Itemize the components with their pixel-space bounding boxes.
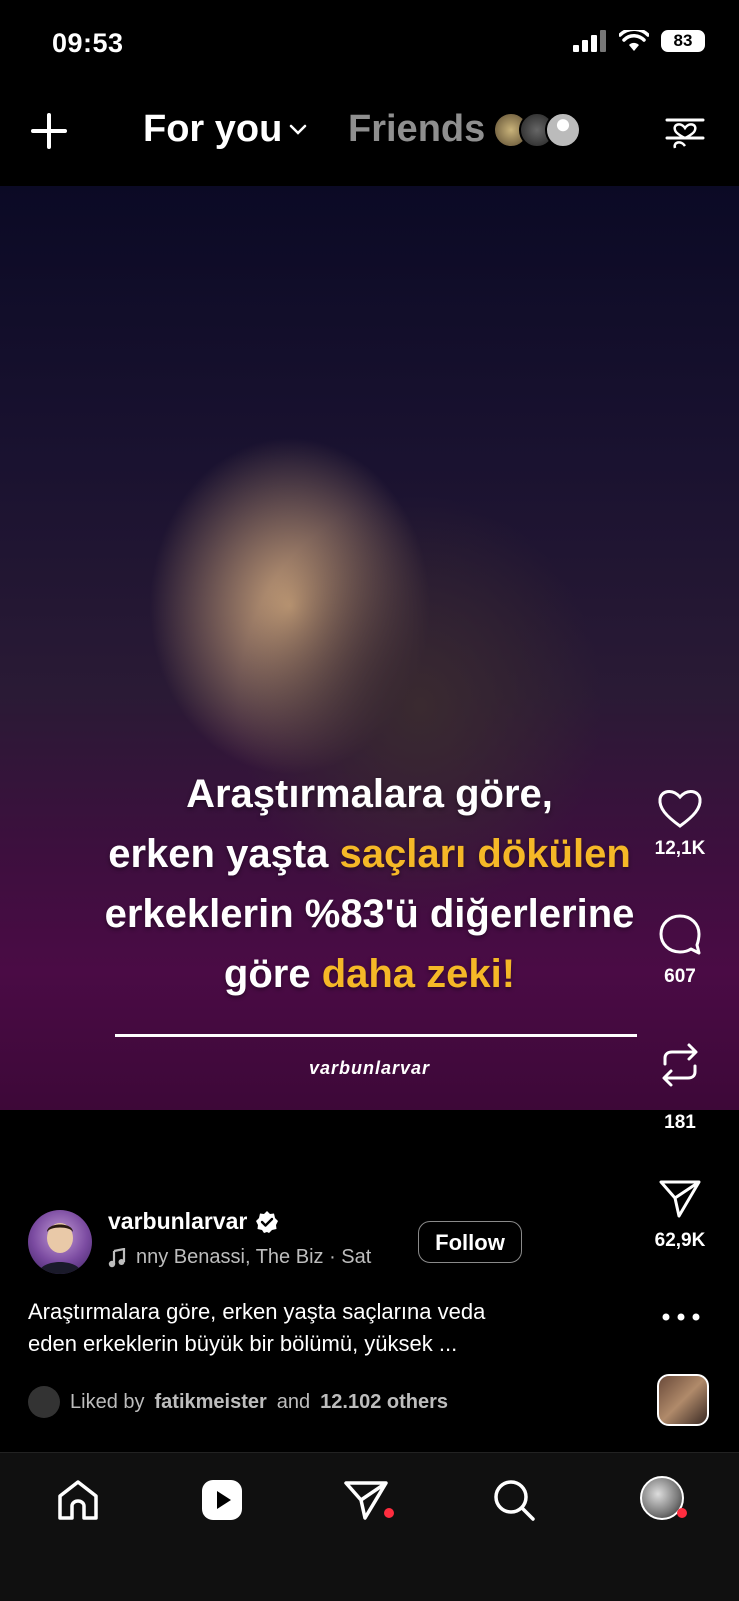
overlay-text: Araştırmalara göre,: [186, 772, 553, 816]
overlay-brand: varbunlarvar: [308, 1058, 431, 1078]
overlay-highlight: saçları dökülen: [339, 832, 631, 876]
overlay-highlight: daha zeki!: [321, 952, 516, 996]
overlay-divider: [115, 1034, 637, 1037]
reels-icon[interactable]: [198, 1476, 246, 1524]
overlay-line-1: Araştırmalara göre,: [0, 772, 739, 817]
friends-avatars: [493, 111, 582, 148]
like-count: 12,1K: [654, 838, 706, 859]
status-time: 09:53: [52, 28, 124, 58]
author-username: varbunlarvar: [108, 1208, 248, 1234]
tab-for-you-label: For you: [143, 108, 283, 150]
music-title: nny Benassi, The Biz · Sat: [136, 1246, 372, 1268]
more-icon[interactable]: [661, 1312, 701, 1322]
filter-heart-icon[interactable]: [663, 108, 707, 152]
liked-and: and: [276, 1390, 311, 1413]
signal-icon: [573, 30, 606, 52]
friend-avatar: [545, 111, 582, 148]
messages-icon[interactable]: [342, 1476, 390, 1524]
repost-count: 181: [664, 1112, 696, 1133]
wifi-icon: [619, 30, 649, 51]
repost-button[interactable]: 181: [643, 1040, 717, 1134]
home-icon[interactable]: [54, 1476, 102, 1524]
overlay-text: erkeklerin %83'ü diğerlerine: [104, 892, 635, 936]
heart-icon: [658, 790, 702, 828]
overlay-line-2: erken yaşta saçları dökülen: [0, 832, 739, 877]
liked-others[interactable]: 12.102 others: [320, 1391, 448, 1414]
description-line: eden erkeklerin büyük bir bölümü, yüksek…: [28, 1331, 458, 1356]
like-button[interactable]: 12,1K: [643, 786, 717, 860]
messages-notification-dot: [384, 1508, 394, 1518]
overlay-line-4: göre daha zeki!: [0, 952, 739, 997]
profile-notification-dot: [677, 1508, 687, 1518]
battery-indicator: 83: [661, 30, 705, 52]
liked-by-row[interactable]: Liked by fatikmeister and 12.102 others: [28, 1386, 448, 1418]
follow-button[interactable]: Follow: [418, 1221, 522, 1263]
comment-button[interactable]: 607: [643, 912, 717, 988]
liked-prefix: Liked by: [70, 1390, 145, 1413]
search-icon[interactable]: [490, 1476, 538, 1524]
author-username-row[interactable]: varbunlarvar: [108, 1208, 279, 1235]
post-media[interactable]: Araştırmalara göre, erken yaşta saçları …: [0, 186, 739, 1110]
share-count: 62,9K: [654, 1230, 706, 1251]
post-description[interactable]: Araştırmalara göre, erken yaşta saçların…: [28, 1296, 618, 1360]
send-icon: [659, 1180, 701, 1218]
comment-icon: [659, 914, 701, 955]
avatar-illustration: [38, 1223, 82, 1274]
tab-friends-label: Friends: [348, 108, 486, 150]
author-avatar[interactable]: [28, 1210, 92, 1274]
overlay-text: göre: [223, 952, 322, 996]
music-note-icon: [108, 1247, 126, 1267]
tab-friends[interactable]: Friends: [348, 108, 582, 151]
status-indicators: 83: [573, 30, 705, 52]
audio-thumbnail[interactable]: [657, 1374, 709, 1426]
bottom-nav: [0, 1452, 739, 1601]
overlay-text: erken yaşta: [108, 832, 340, 876]
liked-avatar: [28, 1386, 60, 1418]
share-button[interactable]: 62,9K: [643, 1176, 717, 1252]
verified-icon: [256, 1210, 279, 1233]
chevron-down-icon: [290, 124, 307, 135]
description-line: Araştırmalara göre, erken yaşta saçların…: [28, 1299, 486, 1324]
liked-user[interactable]: fatikmeister: [155, 1391, 267, 1414]
repost-icon: [662, 1043, 698, 1087]
plus-icon[interactable]: [30, 112, 68, 150]
music-row[interactable]: nny Benassi, The Biz · Sat: [108, 1246, 393, 1269]
comment-count: 607: [664, 966, 696, 987]
overlay-line-3: erkeklerin %83'ü diğerlerine: [0, 892, 739, 937]
tab-for-you[interactable]: For you: [143, 108, 308, 151]
